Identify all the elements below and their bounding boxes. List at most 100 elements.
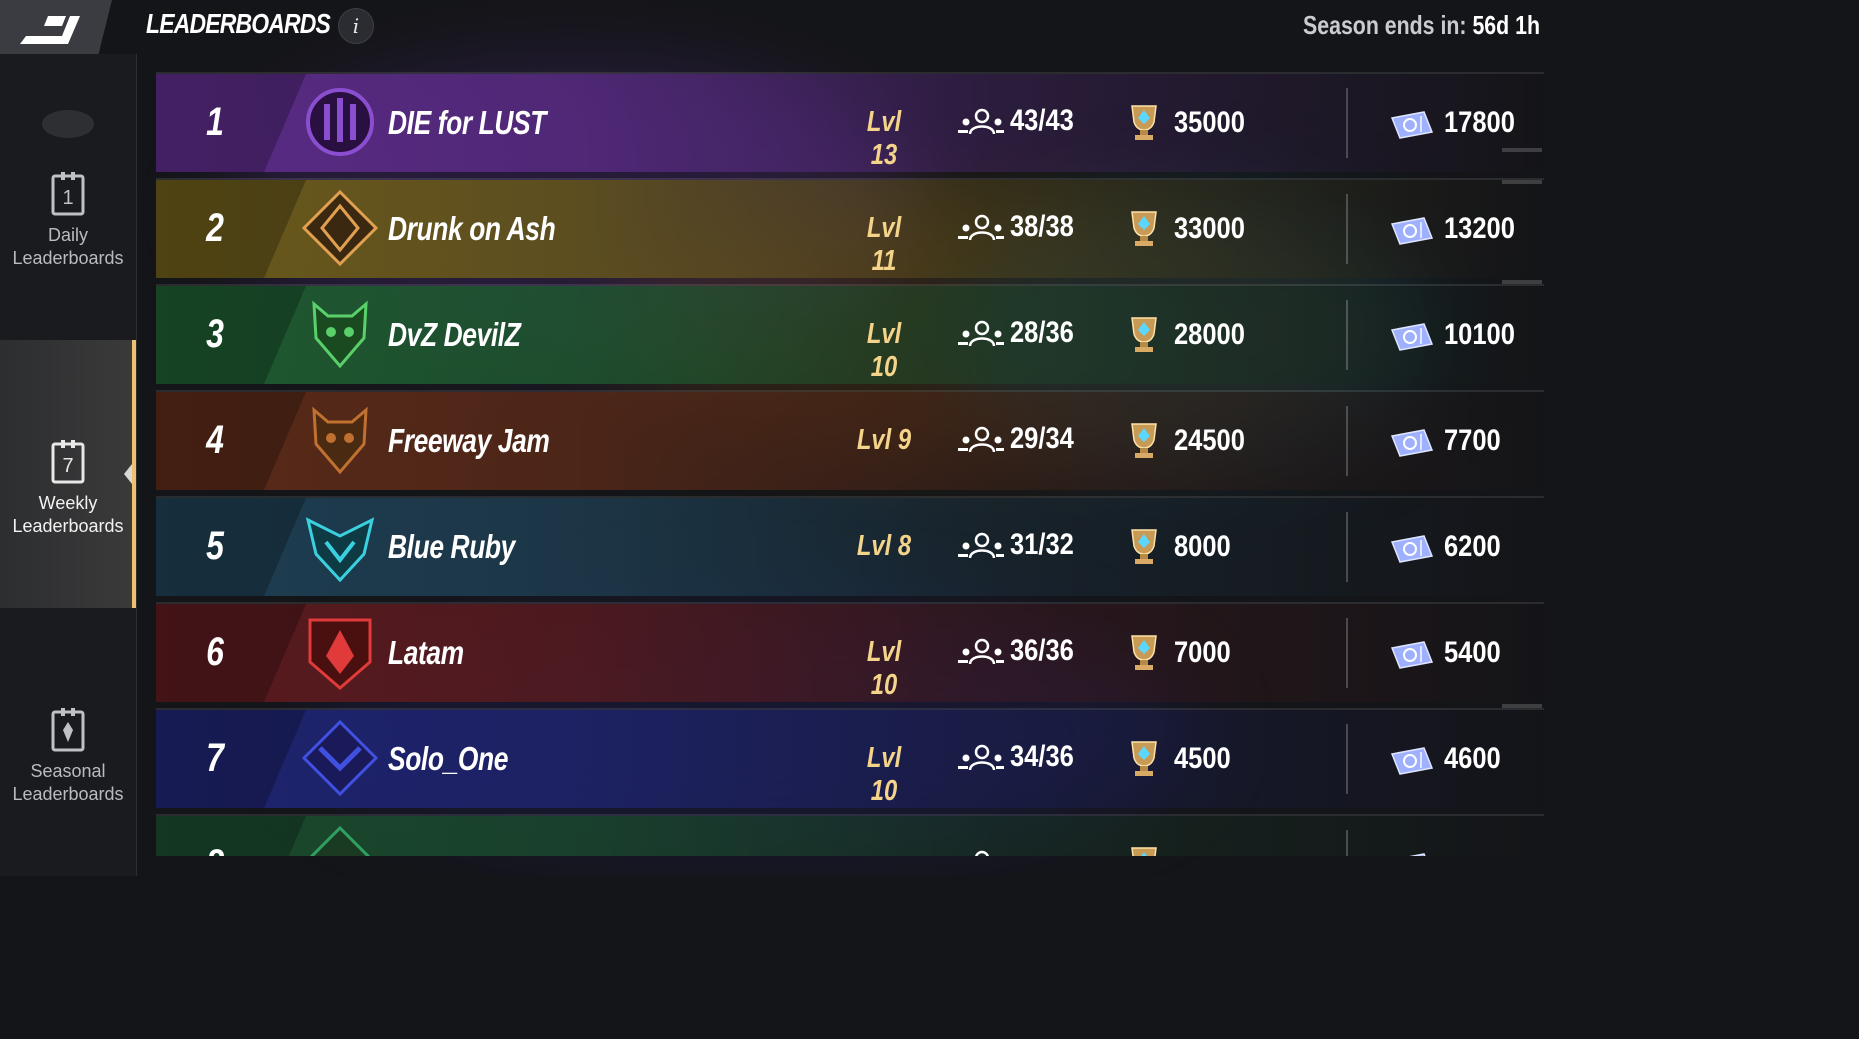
leaderboard-row[interactable]: 2 Drunk on Ash Lvl 11 38/38 33000 13200 <box>156 178 1544 278</box>
reward-value: 4600 <box>1444 742 1501 775</box>
clan-name: Latam <box>388 634 464 671</box>
score-value: 24500 <box>1174 424 1245 457</box>
sidebar-item-seasonal[interactable]: Seasonal Leaderboards <box>0 708 136 806</box>
leaderboard-row[interactable]: 4 Freeway Jam Lvl 9 29/34 24500 7700 <box>156 390 1544 490</box>
members-icon <box>956 850 1004 856</box>
members-icon <box>956 108 1004 141</box>
sidebar-item-label: Daily Leaderboards <box>12 225 124 268</box>
trophy-icon <box>1124 844 1164 856</box>
sidebar-item-label: Seasonal Leaderboards <box>12 761 124 804</box>
clan-name: Blue Ruby <box>388 528 515 565</box>
season-label: Season ends in: <box>1303 10 1467 40</box>
clan-emblem-icon <box>301 718 379 798</box>
game-logo-icon <box>20 16 80 44</box>
leaderboard-row[interactable]: 5 Blue Ruby Lvl 8 31/32 8000 6200 <box>156 496 1544 596</box>
clan-level: Lvl 10 <box>866 636 902 701</box>
reward-ticket-icon <box>1390 110 1434 145</box>
reward-value: 10100 <box>1444 318 1515 351</box>
clan-level: Lvl 10 <box>866 318 902 383</box>
clan-level: Lvl 10 <box>866 742 902 807</box>
reward-ticket-icon <box>1390 640 1434 675</box>
clan-emblem-icon <box>302 294 378 374</box>
rank-number: 3 <box>206 312 224 356</box>
leaderboard-row[interactable]: 3 DvZ DevilZ Lvl 10 28/36 28000 10100 <box>156 284 1544 384</box>
clan-level: Lvl 8 <box>856 530 912 562</box>
sidebar-item-weekly[interactable]: 7 Weekly Leaderboards <box>0 340 136 608</box>
member-count: 34/36 <box>1010 740 1074 773</box>
clan-emblem-icon <box>302 82 378 162</box>
leaderboard-row[interactable]: 1 DIE for LUST Lvl 13 43/43 35000 17800 <box>156 72 1544 172</box>
clan-emblem-icon <box>302 612 378 692</box>
rank-number: 6 <box>206 630 224 674</box>
members-icon <box>956 214 1004 247</box>
column-divider <box>1346 406 1348 476</box>
reward-value: 7700 <box>1444 424 1501 457</box>
page-title: LEADERBOARDS <box>146 8 331 39</box>
column-divider <box>1346 512 1348 582</box>
members-icon <box>956 532 1004 565</box>
daily-calendar-icon: 1 <box>51 172 85 216</box>
rank-cell <box>156 816 306 856</box>
ghost-squad-icon <box>30 94 106 149</box>
leaderboard-row[interactable]: 7 Solo_One Lvl 10 34/36 4500 4600 <box>156 708 1544 808</box>
clan-name: DIE for LUST <box>388 104 546 141</box>
active-indicator-icon <box>124 464 132 484</box>
trophy-icon <box>1124 632 1164 677</box>
trophy-icon <box>1124 314 1164 359</box>
score-value: 28000 <box>1174 318 1245 351</box>
leaderboard-row[interactable]: 6 Latam Lvl 10 36/36 7000 5400 <box>156 602 1544 702</box>
clan-level: Lvl 11 <box>866 212 902 277</box>
info-button[interactable]: i <box>338 8 374 44</box>
leaderboard-row[interactable]: 8 <box>156 814 1544 856</box>
members-icon <box>956 320 1004 353</box>
reward-value: 13200 <box>1444 212 1515 245</box>
member-count: 38/38 <box>1010 210 1074 243</box>
members-icon <box>956 744 1004 777</box>
back-button[interactable] <box>0 0 112 54</box>
score-value: 8000 <box>1174 530 1231 563</box>
reward-ticket-icon <box>1390 852 1434 856</box>
trophy-icon <box>1124 738 1164 783</box>
seasonal-calendar-icon <box>51 708 85 752</box>
clan-name: DvZ DevilZ <box>388 316 521 353</box>
clan-emblem-icon <box>302 400 378 480</box>
rank-number: 5 <box>206 524 224 568</box>
rank-number: 7 <box>206 736 224 780</box>
reward-ticket-icon <box>1390 428 1434 463</box>
reward-value: 6200 <box>1444 530 1501 563</box>
weekly-calendar-icon: 7 <box>51 440 85 484</box>
member-count: 29/34 <box>1010 422 1074 455</box>
clan-emblem-icon <box>302 506 378 586</box>
sidebar-item-label: Weekly Leaderboards <box>12 493 124 536</box>
score-value: 35000 <box>1174 106 1245 139</box>
member-count: 28/36 <box>1010 316 1074 349</box>
reward-ticket-icon <box>1390 746 1434 781</box>
svg-text:1: 1 <box>62 187 73 209</box>
trophy-icon <box>1124 526 1164 571</box>
score-value: 33000 <box>1174 212 1245 245</box>
leaderboard-list[interactable]: 1 DIE for LUST Lvl 13 43/43 35000 17800 … <box>156 72 1544 856</box>
reward-ticket-icon <box>1390 534 1434 569</box>
sidebar-item-daily[interactable]: 1 Daily Leaderboards <box>0 172 136 270</box>
season-value: 56d 1h <box>1472 10 1540 40</box>
trophy-icon <box>1124 420 1164 465</box>
reward-value: 17800 <box>1444 106 1515 139</box>
reward-ticket-icon <box>1390 322 1434 357</box>
column-divider <box>1346 830 1348 856</box>
member-count: 31/32 <box>1010 528 1074 561</box>
clan-level: Lvl 9 <box>856 424 912 456</box>
reward-ticket-icon <box>1390 216 1434 251</box>
scroll-deco <box>1502 280 1542 284</box>
member-count: 43/43 <box>1010 104 1074 137</box>
reward-value: 5400 <box>1444 636 1501 669</box>
members-icon <box>956 638 1004 671</box>
column-divider <box>1346 724 1348 794</box>
trophy-icon <box>1124 102 1164 147</box>
sidebar: 1 Daily Leaderboards 7 Weekly Leaderboar… <box>0 54 137 876</box>
scroll-deco <box>1502 180 1542 184</box>
column-divider <box>1346 194 1348 264</box>
scroll-deco <box>1502 148 1542 152</box>
season-timer: Season ends in: 56d 1h <box>1303 10 1540 41</box>
clan-name: Freeway Jam <box>388 422 550 459</box>
clan-emblem-icon <box>302 824 378 856</box>
